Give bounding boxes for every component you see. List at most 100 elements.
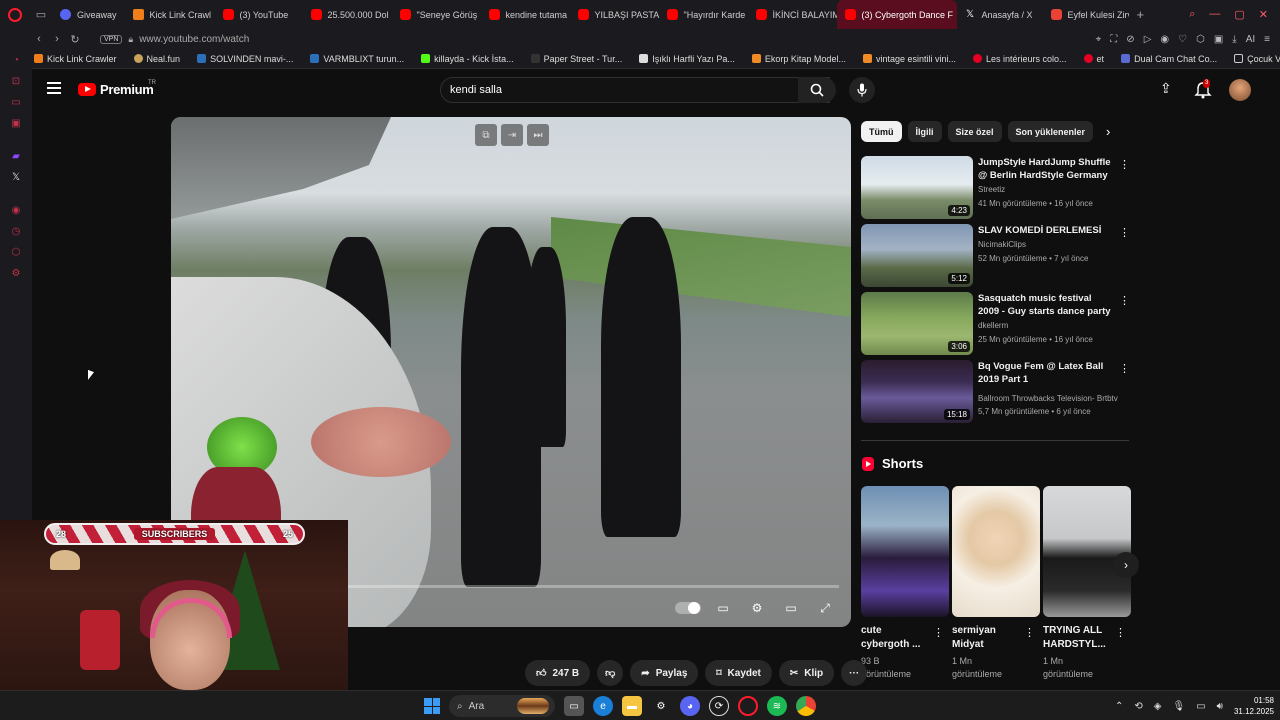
tray-volume-icon[interactable]: 🔊︎	[1217, 701, 1223, 712]
extensions-icon[interactable]: ⬡	[1196, 34, 1205, 45]
settings-icon[interactable]: ⚙︎	[10, 268, 22, 280]
save-button[interactable]: ⌑ Kaydet	[705, 660, 772, 686]
short-item[interactable]: cute cybergoth ... 93 B görüntüleme ⋮	[861, 486, 949, 679]
instagram-icon[interactable]: ▣	[10, 118, 22, 130]
recommendation-item[interactable]: 15:18 Bq Vogue Fem @ Latex Ball 2019 Par…	[861, 360, 1131, 428]
more-options-icon[interactable]: ⋮	[1119, 294, 1130, 307]
bookmark-item[interactable]: Ekorp Kitap Model...	[751, 54, 846, 64]
taskbar-search[interactable]: ⌕ Ara	[449, 695, 555, 717]
snapshot-icon[interactable]: ⛶	[1110, 34, 1117, 45]
minimize-icon[interactable]: —	[1209, 8, 1220, 21]
recommendation-item[interactable]: 4:23 JumpStyle HardJump Shuffle @ Berlin…	[861, 156, 1131, 224]
account-avatar[interactable]	[1229, 79, 1251, 101]
tray-chevron-icon[interactable]: ⌃	[1115, 701, 1123, 712]
channel-name[interactable]: NicimakiClips	[978, 240, 1026, 249]
upload-icon[interactable]: ⇪	[1160, 80, 1172, 97]
close-icon[interactable]: ✕	[1259, 8, 1268, 21]
channel-name[interactable]: Streetiz	[978, 185, 1005, 194]
messenger-icon[interactable]: ▭	[10, 97, 22, 109]
forward-icon[interactable]: ›	[48, 33, 66, 45]
video-title[interactable]: JumpStyle HardJump Shuffle @ Berlin Hard…	[978, 156, 1114, 182]
tab-6[interactable]: YILBAŞI PASTA	[570, 0, 659, 29]
player-icon[interactable]: ▷	[1144, 34, 1152, 45]
video-thumbnail[interactable]: 5:12	[861, 224, 973, 287]
popout-video-icon[interactable]: ⧉	[475, 124, 497, 146]
short-thumbnail[interactable]	[861, 486, 949, 617]
short-title[interactable]: sermiyan Midyat	[952, 624, 1022, 652]
reload-icon[interactable]: ↻	[66, 33, 84, 46]
steam-icon[interactable]: ⟳	[709, 696, 729, 716]
channel-name[interactable]: dkellerm	[978, 321, 1008, 330]
bookmark-item[interactable]: killayda - Kick İsta...	[421, 54, 514, 64]
taskbar-clock[interactable]: 01:58 31.12.2025	[1234, 695, 1274, 717]
more-options-icon[interactable]: ⋮	[1024, 626, 1035, 639]
video-title[interactable]: SLAV KOMEDİ DERLEMESİ	[978, 224, 1114, 237]
tab-snapshot-icon[interactable]: ▭	[30, 8, 52, 22]
tab-11[interactable]: Eyfel Kulesi Zirv	[1043, 0, 1129, 29]
short-title[interactable]: cute cybergoth ...	[861, 624, 931, 652]
recommendation-item[interactable]: 3:06 Sasquatch music festival 2009 - Guy…	[861, 292, 1131, 360]
lock-icon[interactable]: 🔒︎	[128, 34, 133, 45]
short-title[interactable]: TRYING ALL HARDSTYL...	[1043, 624, 1113, 652]
pin-icon[interactable]: ⌖	[1096, 34, 1102, 45]
bookmark-item[interactable]: vintage esintili vini...	[862, 54, 956, 64]
more-options-icon[interactable]: ⋮	[1119, 362, 1130, 375]
twitch-icon[interactable]: ▰	[10, 151, 22, 163]
shorts-next-button[interactable]: ›	[1113, 552, 1139, 578]
tab-4[interactable]: "Seneye Görüş	[392, 0, 481, 29]
tab-8[interactable]: İKİNCİ BALAYIM	[748, 0, 837, 29]
pip-icon[interactable]: ⇥	[501, 124, 523, 146]
tray-mic-icon[interactable]: 🎙︎	[1172, 701, 1185, 712]
adblock-icon[interactable]: ⊘	[1126, 34, 1134, 45]
new-tab-button[interactable]: +	[1129, 7, 1153, 22]
subtitles-icon[interactable]: ▭	[711, 598, 735, 618]
history-icon[interactable]: ◷	[10, 226, 22, 238]
share-button[interactable]: ➦ Paylaş	[630, 660, 699, 686]
heart-icon[interactable]: ♡	[1178, 34, 1187, 45]
camera-icon[interactable]: ◉	[1160, 34, 1169, 45]
search-button[interactable]	[798, 77, 836, 103]
maximize-icon[interactable]: ▢	[1234, 8, 1244, 21]
bookmark-item[interactable]: Işıklı Harfli Yazı Pa...	[639, 54, 735, 64]
wallet-icon[interactable]: ▣	[1214, 34, 1223, 45]
tab-9-active[interactable]: (3) Cybergoth Dance F	[836, 0, 957, 29]
video-thumbnail[interactable]: 4:23	[861, 156, 973, 219]
dislike-button[interactable]: 👎︎	[597, 660, 624, 686]
video-title[interactable]: Sasquatch music festival 2009 - Guy star…	[978, 292, 1114, 318]
search-input[interactable]: kendi salla ✕	[440, 77, 830, 103]
chip-recent[interactable]: Son yüklenenler	[1007, 121, 1094, 142]
menu-icon[interactable]	[47, 82, 61, 94]
bookmark-item[interactable]: Les intérieurs colo...	[973, 54, 1067, 64]
windows-start-icon[interactable]	[424, 698, 440, 714]
settings-icon[interactable]: ⚙︎	[651, 696, 671, 716]
back-icon[interactable]: ‹	[30, 33, 48, 45]
tab-2[interactable]: (3) YouTube	[215, 0, 303, 29]
channel-name[interactable]: Ballroom Throwbacks Television- Brtbtv	[978, 394, 1128, 403]
opera-icon[interactable]	[738, 696, 758, 716]
bookmark-item[interactable]: Çocuk Vlog Bingosu	[1234, 54, 1280, 64]
url-field[interactable]: www.youtube.com/watch	[139, 34, 249, 45]
chips-next-icon[interactable]: ›	[1106, 124, 1110, 139]
aria-icon[interactable]: ◔	[10, 55, 22, 67]
bookmark-item[interactable]: Neal.fun	[133, 54, 180, 64]
more-options-icon[interactable]: ⋮	[1119, 226, 1130, 239]
next-video-icon[interactable]: ⏭	[527, 124, 549, 146]
player-icon[interactable]: ◉	[10, 205, 22, 217]
more-options-icon[interactable]: ⋮	[1115, 626, 1126, 639]
short-thumbnail[interactable]	[952, 486, 1040, 617]
short-item[interactable]: TRYING ALL HARDSTYL... 1 Mn görüntüleme …	[1043, 486, 1131, 679]
chrome-icon[interactable]	[796, 696, 816, 716]
video-thumbnail[interactable]: 15:18	[861, 360, 973, 423]
extensions-icon[interactable]: ⬡	[10, 247, 22, 259]
bookmark-item[interactable]: Dual Cam Chat Co...	[1121, 54, 1217, 64]
video-thumbnail[interactable]: 3:06	[861, 292, 973, 355]
spotify-icon[interactable]: ≋	[767, 696, 787, 716]
settings-menu-icon[interactable]: ≡	[1264, 34, 1270, 45]
tab-3[interactable]: 25.500.000 Dol	[303, 0, 392, 29]
clip-button[interactable]: ✂ Klip	[778, 660, 835, 686]
aria-ai-icon[interactable]: AI	[1246, 34, 1255, 45]
shopping-icon[interactable]: ⊡	[10, 76, 22, 88]
short-item[interactable]: sermiyan Midyat 1 Mn görüntüleme ⋮	[952, 486, 1040, 679]
file-explorer-icon[interactable]: ▬	[622, 696, 642, 716]
like-button[interactable]: 👍︎ 247 B	[525, 660, 591, 686]
